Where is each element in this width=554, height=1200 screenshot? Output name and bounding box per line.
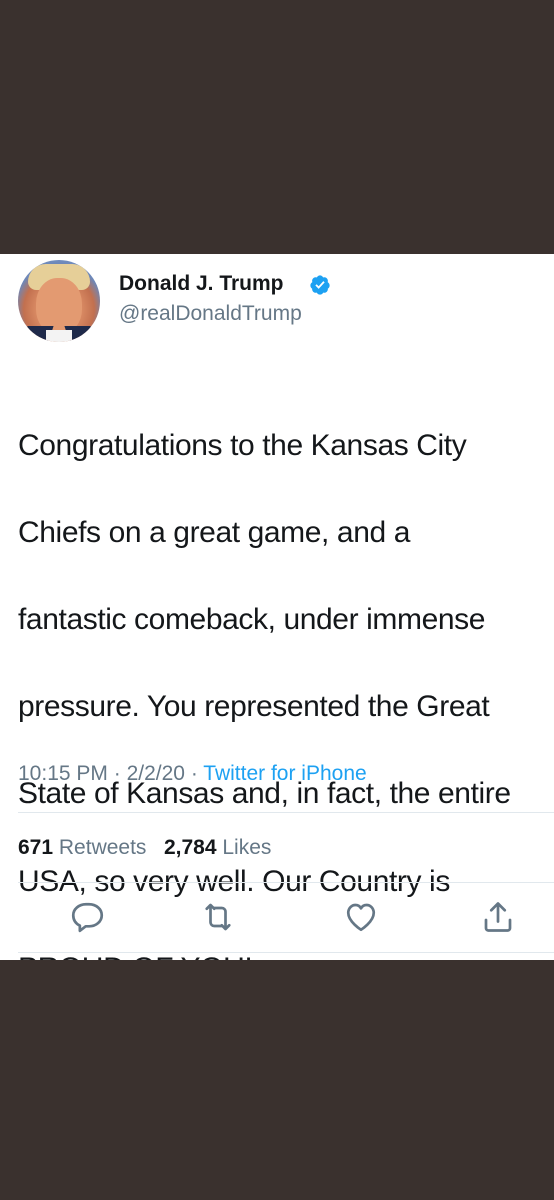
retweets-stat[interactable]: 671 Retweets — [18, 836, 146, 859]
action-bar — [0, 899, 554, 939]
tweet-card: Donald J. Trump @realDonaldTrump Congrat… — [0, 254, 554, 985]
retweet-icon[interactable] — [200, 899, 236, 935]
tweet-text-line: pressure. You represented the Great — [18, 690, 490, 724]
verified-badge-icon — [310, 275, 330, 295]
avatar[interactable] — [18, 260, 100, 342]
divider — [18, 812, 554, 813]
tweet-source-link[interactable]: Twitter for iPhone — [203, 762, 366, 785]
reply-icon[interactable] — [71, 899, 107, 935]
meta-separator: · — [113, 762, 121, 785]
top-background — [0, 0, 554, 254]
tweet-text-line: fantastic comeback, under immense — [18, 602, 486, 636]
likes-count: 2,784 — [163, 836, 217, 859]
bottom-background — [0, 960, 554, 1200]
tweet-text-line: Congratulations to the Kansas City — [18, 428, 467, 462]
retweets-label: Retweets — [58, 836, 147, 859]
divider — [18, 952, 554, 953]
tweet-meta: 10:15 PM · 2/2/20 · Twitter for iPhone — [18, 762, 367, 786]
avatar-shirt — [46, 330, 72, 342]
likes-stat[interactable]: 2,784 Likes — [164, 836, 271, 859]
retweets-count: 671 — [18, 836, 54, 859]
likes-label: Likes — [222, 836, 272, 859]
share-icon[interactable] — [480, 899, 516, 935]
tweet-date[interactable]: 2/2/20 — [127, 762, 185, 785]
tweet-stats: 671 Retweets 2,784 Likes — [18, 836, 271, 860]
tweet-text-line: Chiefs on a great game, and a — [18, 515, 410, 549]
tweet-time[interactable]: 10:15 PM — [18, 762, 108, 785]
divider — [18, 882, 554, 883]
meta-separator: · — [190, 762, 198, 785]
handle[interactable]: @realDonaldTrump — [119, 302, 302, 326]
like-icon[interactable] — [343, 899, 379, 935]
display-name[interactable]: Donald J. Trump — [119, 272, 284, 296]
